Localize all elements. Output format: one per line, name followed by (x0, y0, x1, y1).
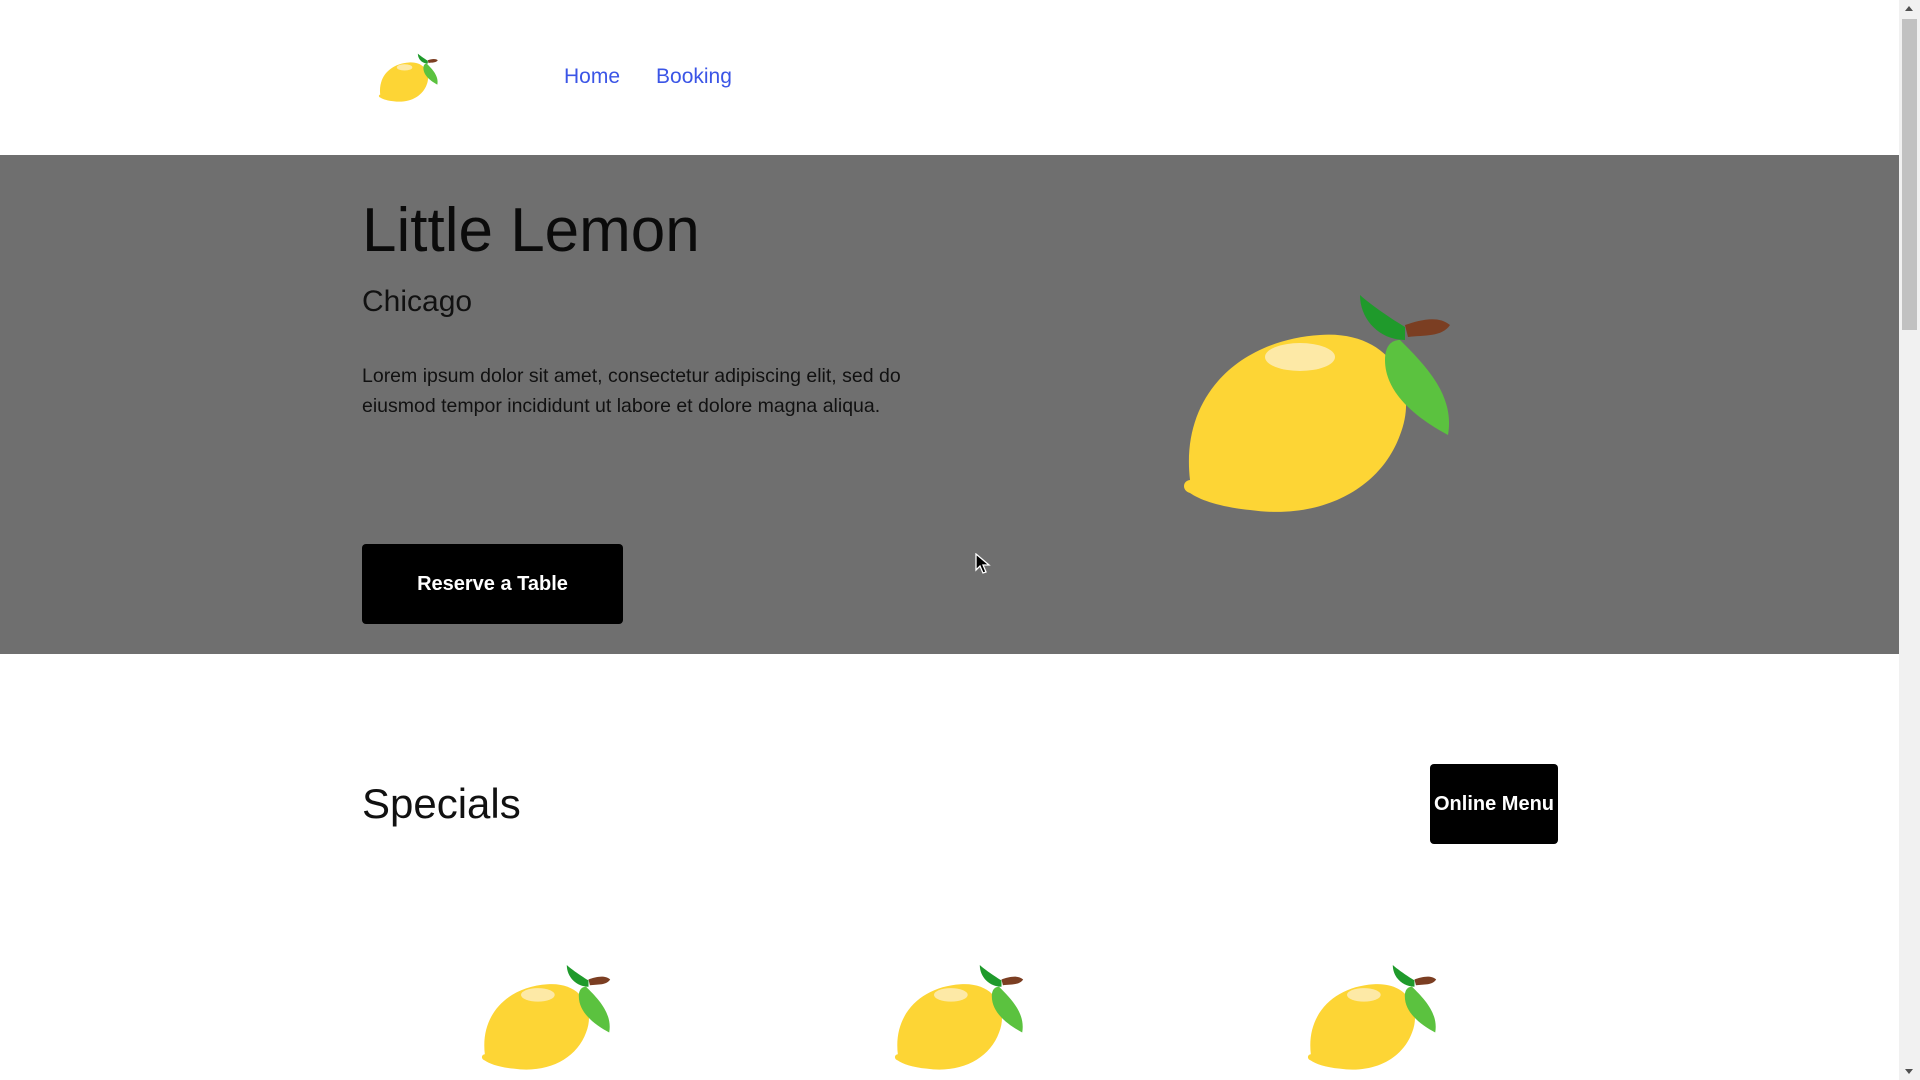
special-card-3-lemon-icon (1307, 965, 1437, 1070)
hero-section: Little Lemon Chicago Lorem ipsum dolor s… (0, 155, 1899, 654)
hero-city: Chicago (362, 285, 473, 318)
scroll-up-arrow-icon[interactable] (1899, 0, 1920, 17)
viewport: Home Booking Little Lemon Chicago Lorem … (0, 0, 1899, 1080)
reserve-table-button[interactable]: Reserve a Table (362, 544, 623, 624)
scroll-thumb[interactable] (1902, 19, 1917, 330)
special-card-1-lemon-icon (481, 965, 611, 1070)
page: Home Booking Little Lemon Chicago Lorem … (0, 0, 1920, 1080)
site-header: Home Booking (0, 0, 1899, 155)
scroll-down-arrow-icon[interactable] (1899, 1063, 1920, 1080)
nav-link-booking[interactable]: Booking (656, 65, 732, 89)
vertical-scrollbar[interactable] (1899, 0, 1920, 1080)
hero-title: Little Lemon (362, 196, 700, 265)
logo-lemon-icon[interactable] (378, 50, 440, 106)
specials-title: Specials (362, 780, 521, 827)
online-menu-button[interactable]: Online Menu (1430, 764, 1558, 844)
nav-link-home[interactable]: Home (564, 65, 620, 89)
mouse-cursor-icon (975, 553, 991, 574)
hero-description: Lorem ipsum dolor sit amet, consectetur … (362, 365, 901, 417)
special-card-2-lemon-icon (894, 965, 1024, 1070)
main-nav: Home Booking (564, 65, 732, 89)
hero-lemon-icon (1184, 295, 1450, 512)
